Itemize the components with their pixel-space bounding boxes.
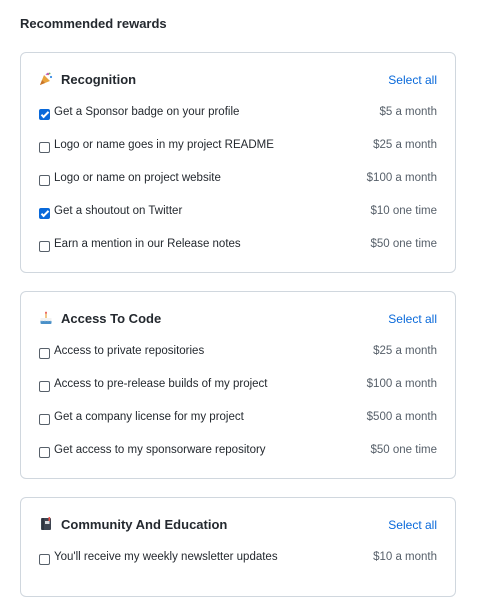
section-title: Community And Education <box>61 517 228 532</box>
reward-label: Access to private repositories <box>54 345 205 357</box>
reward-item[interactable]: Earn a mention in our Release notes $50 … <box>21 231 455 264</box>
party-popper-icon <box>40 72 53 85</box>
reward-item[interactable]: Logo or name goes in my project README $… <box>21 132 455 165</box>
reward-item[interactable]: Get a company license for my project $50… <box>21 404 455 437</box>
reward-item[interactable]: Get a shoutout on Twitter $10 one time <box>21 198 455 231</box>
reward-label: Get a Sponsor badge on your profile <box>54 106 240 118</box>
reward-item[interactable]: Access to pre-release builds of my proje… <box>21 371 455 404</box>
select-all-link[interactable]: Select all <box>388 73 437 87</box>
reward-label: Get access to my sponsorware repository <box>54 444 266 456</box>
reward-price: $100 a month <box>366 378 437 390</box>
reward-label: Logo or name goes in my project README <box>54 139 274 151</box>
reward-item[interactable]: You'll receive my weekly newsletter upda… <box>21 544 455 577</box>
reward-checkbox[interactable] <box>39 208 50 219</box>
reward-price: $25 a month <box>373 139 437 151</box>
reward-item[interactable]: Get a Sponsor badge on your profile $5 a… <box>21 99 455 132</box>
reward-label: Access to pre-release builds of my proje… <box>54 378 268 390</box>
reward-checkbox[interactable] <box>39 554 50 565</box>
reward-checkbox[interactable] <box>39 175 50 186</box>
reward-label: Earn a mention in our Release notes <box>54 238 241 250</box>
reward-checkbox[interactable] <box>39 109 50 120</box>
reward-item[interactable]: Access to private repositories $25 a mon… <box>21 338 455 371</box>
reward-price: $25 a month <box>373 345 437 357</box>
reward-item[interactable]: Logo or name on project website $100 a m… <box>21 165 455 198</box>
reward-checkbox[interactable] <box>39 142 50 153</box>
reward-section-access-to-code: Access To Code Select all Access to priv… <box>20 291 456 479</box>
reward-price: $50 one time <box>370 444 438 456</box>
reward-price: $10 one time <box>370 205 438 217</box>
reward-price: $50 one time <box>370 238 438 250</box>
reward-checkbox[interactable] <box>39 414 50 425</box>
select-all-link[interactable]: Select all <box>388 518 437 532</box>
reward-section-community-and-education: Community And Education Select all You'l… <box>20 497 456 597</box>
reward-section-recognition: Recognition Select all Get a Sponsor bad… <box>20 52 456 273</box>
notebook-icon <box>41 517 51 530</box>
select-all-link[interactable]: Select all <box>388 312 437 326</box>
section-title: Access To Code <box>61 311 162 326</box>
reward-checkbox[interactable] <box>39 348 50 359</box>
reward-label: You'll receive my weekly newsletter upda… <box>54 551 278 563</box>
reward-price: $10 a month <box>373 551 437 563</box>
reward-label: Get a company license for my project <box>54 411 244 423</box>
reward-price: $100 a month <box>366 172 437 184</box>
reward-checkbox[interactable] <box>39 381 50 392</box>
section-title: Recognition <box>61 72 137 87</box>
reward-item[interactable]: Get access to my sponsorware repository … <box>21 437 455 470</box>
reward-label: Get a shoutout on Twitter <box>54 205 183 217</box>
page-heading: Recommended rewards <box>20 16 167 31</box>
reward-price: $500 a month <box>366 411 437 423</box>
reward-label: Logo or name on project website <box>54 172 221 184</box>
reward-price: $5 a month <box>379 106 437 118</box>
cake-icon <box>40 311 52 324</box>
reward-checkbox[interactable] <box>39 241 50 252</box>
reward-checkbox[interactable] <box>39 447 50 458</box>
